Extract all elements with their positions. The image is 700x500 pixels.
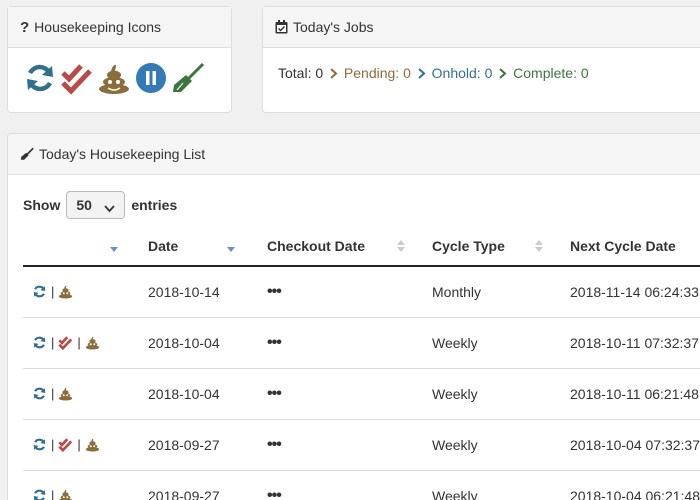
housekeeping-table: Date Checkout Date Cycle Type Next Cycle…: [23, 226, 700, 500]
entries-label: entries: [131, 197, 178, 213]
jobs-total: Total: 0: [278, 65, 324, 81]
row-date: 2018-10-04: [125, 368, 242, 420]
double-check-icon: [60, 61, 94, 98]
jobs-pending: Pending: 0: [343, 65, 411, 81]
chevron-right-icon: [499, 66, 507, 82]
row-cycle-type: Weekly: [412, 419, 550, 471]
chevron-down-icon: [104, 200, 116, 216]
sort-desc-icon: [110, 247, 118, 252]
sort-both-icon: [397, 240, 405, 252]
poop-icon[interactable]: [58, 386, 73, 401]
row-cycle-type: Weekly: [412, 317, 550, 369]
row-checkout-date[interactable]: •••: [242, 266, 412, 318]
table-body: | 2018-10-14 ••• Monthly 2018-11-14 06:24:33…: [23, 266, 700, 500]
action-separator: |: [77, 437, 81, 452]
refresh-icon[interactable]: [32, 488, 47, 500]
row-cycle-type: Monthly: [412, 266, 550, 318]
poop-icon[interactable]: [85, 335, 100, 350]
row-next-cycle-date: 2018-11-14 06:24:33: [550, 266, 700, 318]
poop-icon: [97, 61, 131, 98]
table-row: | | 2018-10-04 ••• Weekly 2018-10-11 07:32:37: [23, 317, 700, 369]
housekeeping-icons-panel: ? Housekeeping Icons: [7, 6, 232, 113]
todays-jobs-panel: Today's Jobs Total: 0 Pending: 0 Onhold:…: [262, 6, 700, 113]
row-actions-cell: | |: [23, 317, 125, 369]
column-header-cycle-type[interactable]: Cycle Type: [412, 226, 550, 267]
table-row: | 2018-10-14 ••• Monthly 2018-11-14 06:24:33: [23, 266, 700, 318]
jobs-complete: Complete: 0: [513, 65, 589, 81]
refresh-icon[interactable]: [32, 437, 47, 452]
row-actions-cell: | |: [23, 419, 125, 471]
action-separator: |: [51, 386, 55, 401]
row-actions-cell: |: [23, 368, 125, 420]
show-label: Show: [23, 197, 61, 213]
chevron-right-icon: [330, 66, 338, 82]
refresh-icon: [23, 61, 57, 98]
action-separator: |: [51, 335, 55, 350]
row-cycle-type: Weekly: [412, 470, 550, 500]
broom-icon: [171, 61, 205, 98]
refresh-icon[interactable]: [32, 386, 47, 401]
jobs-summary: Total: 0 Pending: 0 Onhold: 0 Complete: …: [263, 48, 700, 82]
icons-panel-title: Housekeeping Icons: [34, 19, 162, 35]
row-next-cycle-date: 2018-10-04 07:32:37: [550, 419, 700, 471]
table-header-row: Date Checkout Date Cycle Type Next Cycle…: [23, 226, 700, 267]
row-checkout-date[interactable]: •••: [242, 317, 412, 369]
refresh-icon[interactable]: [32, 335, 47, 350]
icons-panel-heading: ? Housekeeping Icons: [8, 7, 231, 48]
refresh-icon[interactable]: [32, 284, 47, 299]
column-header-date[interactable]: Date: [125, 226, 242, 267]
sort-both-icon: [535, 240, 543, 252]
row-date: 2018-09-27: [125, 470, 242, 500]
row-actions-cell: |: [23, 266, 125, 318]
row-actions-cell: |: [23, 470, 125, 500]
list-panel-title: Today's Housekeeping List: [39, 146, 206, 162]
entries-select[interactable]: 50: [66, 191, 126, 219]
calendar-check-icon: [275, 20, 288, 34]
row-next-cycle-date: 2018-10-04 06:21:48: [550, 470, 700, 500]
action-separator: |: [51, 284, 55, 300]
entries-select-value: 50: [76, 197, 92, 213]
double-check-icon[interactable]: [58, 437, 73, 452]
row-checkout-date[interactable]: •••: [242, 470, 412, 500]
poop-icon[interactable]: [58, 488, 73, 500]
action-separator: |: [77, 335, 81, 350]
action-separator: |: [51, 488, 55, 500]
double-check-icon[interactable]: [58, 335, 73, 350]
jobs-onhold: Onhold: 0: [431, 65, 493, 81]
poop-icon[interactable]: [58, 284, 73, 299]
row-checkout-date[interactable]: •••: [242, 368, 412, 420]
row-date: 2018-10-04: [125, 317, 242, 369]
row-checkout-date[interactable]: •••: [242, 419, 412, 471]
chevron-right-icon: [418, 66, 426, 82]
sort-desc-icon: [227, 247, 235, 252]
column-header-checkout-date[interactable]: Checkout Date: [242, 226, 412, 267]
question-icon: ?: [20, 18, 30, 36]
row-next-cycle-date: 2018-10-11 07:32:37: [550, 317, 700, 369]
column-header-next-cycle-date[interactable]: Next Cycle Date: [550, 226, 700, 267]
row-date: 2018-10-14: [125, 266, 242, 318]
housekeeping-list-panel: Today's Housekeeping List Show 50 entrie…: [7, 133, 700, 500]
row-date: 2018-09-27: [125, 419, 242, 471]
table-row: | 2018-10-04 ••• Weekly 2018-10-11 06:21:48: [23, 368, 700, 420]
action-separator: |: [51, 437, 55, 452]
poop-icon[interactable]: [85, 437, 100, 452]
table-row: | | 2018-09-27 ••• Weekly 2018-10-04 07:32:37: [23, 419, 700, 471]
jobs-panel-heading: Today's Jobs: [263, 7, 700, 48]
column-header-actions[interactable]: [23, 226, 125, 267]
jobs-panel-title: Today's Jobs: [293, 19, 374, 35]
list-panel-heading: Today's Housekeeping List: [8, 134, 700, 175]
row-cycle-type: Weekly: [412, 368, 550, 420]
table-row: | 2018-09-27 ••• Weekly 2018-10-04 06:21:48: [23, 470, 700, 500]
entries-length-control: Show 50 entries: [23, 191, 177, 219]
row-next-cycle-date: 2018-10-11 06:21:48: [550, 368, 700, 420]
icon-legend-row: [8, 48, 231, 98]
pause-icon: [134, 61, 168, 98]
broom-icon: [20, 147, 34, 161]
